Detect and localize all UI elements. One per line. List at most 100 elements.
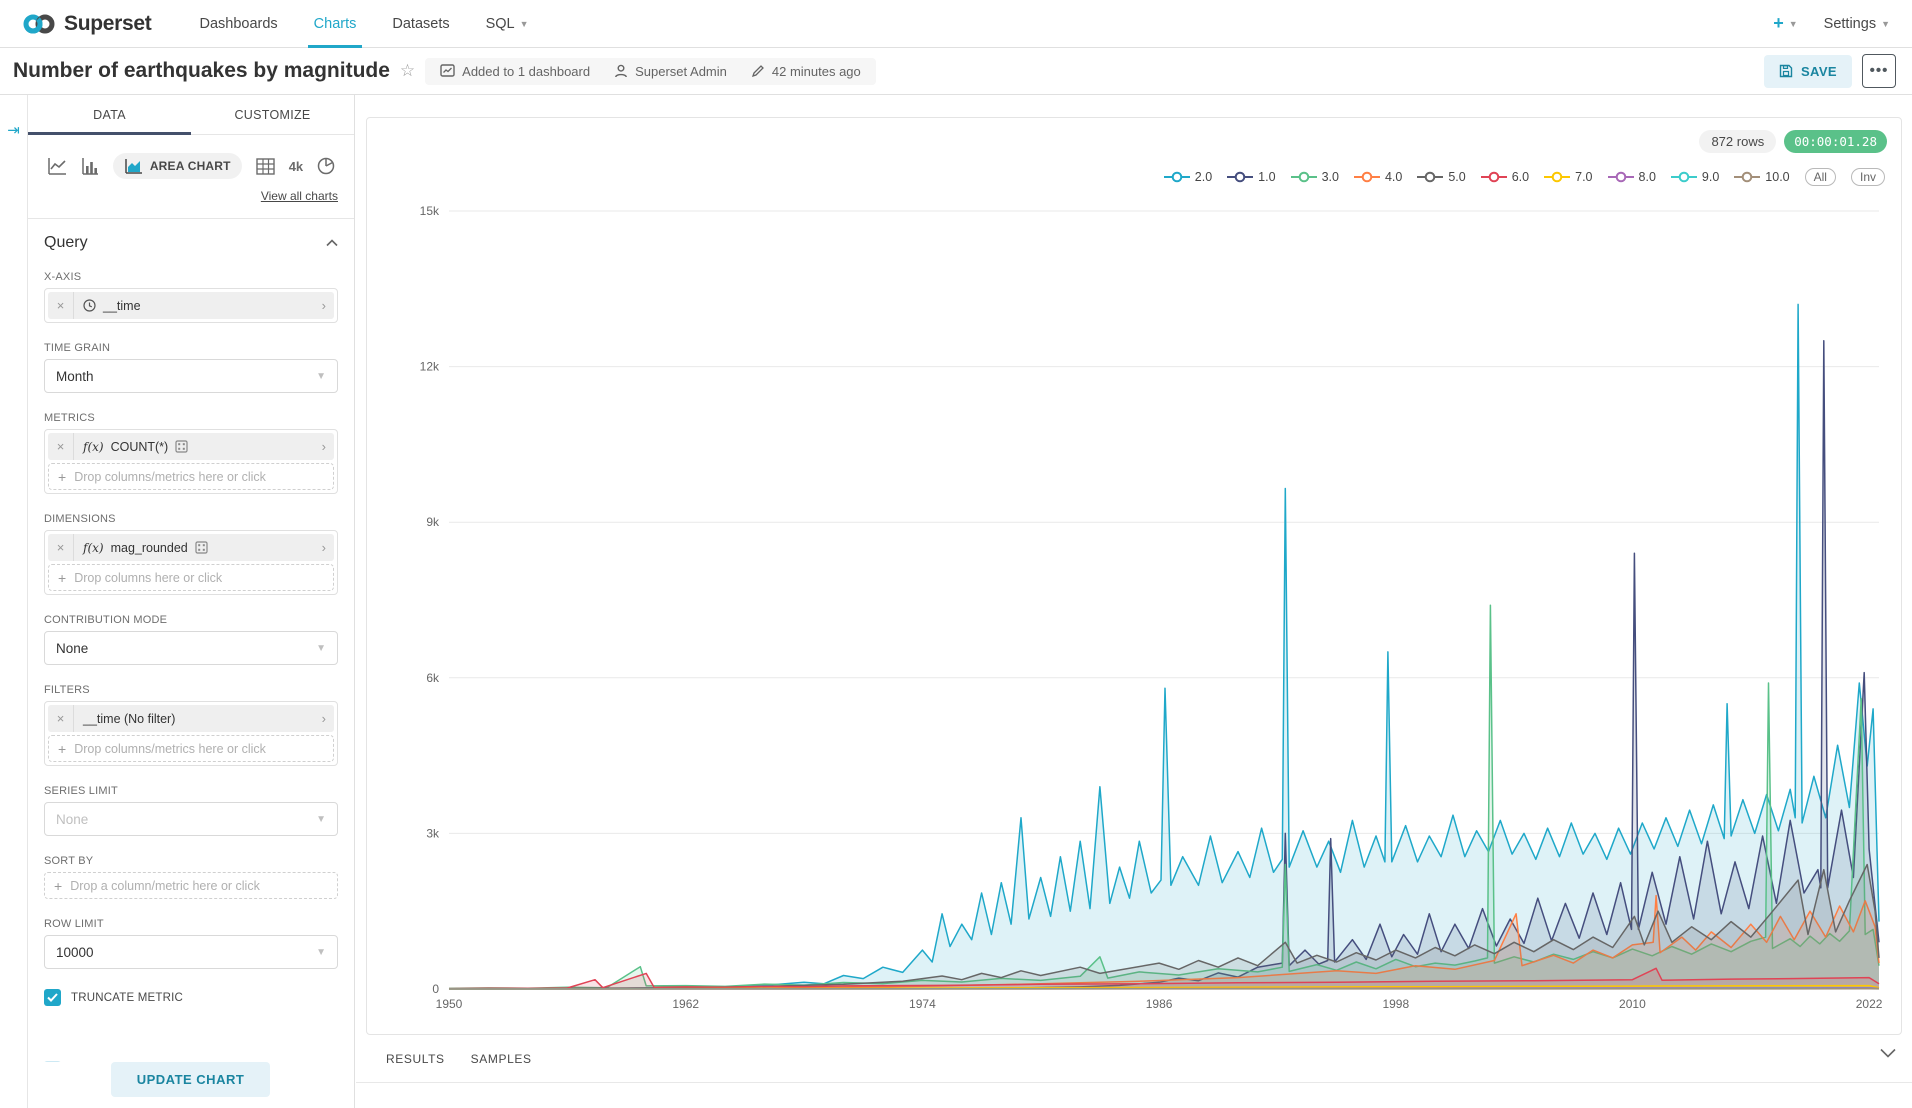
plus-icon: +	[54, 878, 62, 894]
owner-badge[interactable]: Superset Admin	[614, 64, 727, 79]
series-limit-field: SERIES LIMIT None ▼	[44, 785, 338, 836]
panel-footer: UPDATE CHART	[28, 1062, 353, 1108]
viz-type-area-chart[interactable]: AREA CHART	[113, 153, 242, 179]
dashboard-icon	[440, 64, 455, 78]
field-label: SORT BY	[44, 855, 338, 867]
nav-item-sql[interactable]: SQL▼	[468, 0, 547, 48]
control-panel-tabs: DATA CUSTOMIZE	[28, 95, 354, 135]
chevron-down-icon: ▼	[520, 19, 529, 29]
more-options-button[interactable]: •••	[1862, 54, 1896, 88]
chevron-down-icon: ▼	[316, 814, 326, 825]
pencil-icon	[751, 64, 765, 78]
remove-icon[interactable]: ×	[48, 534, 74, 561]
viz-type-4k[interactable]: 4k	[289, 159, 303, 174]
sort-by-field: SORT BY + Drop a column/metric here or c…	[44, 855, 338, 899]
metrics-drop-zone[interactable]: + Drop columns/metrics here or click	[48, 463, 334, 490]
function-icon: f(x)	[83, 440, 104, 454]
time-grain-select[interactable]: Month ▼	[44, 359, 338, 393]
nav-menu: Dashboards Charts Datasets SQL▼	[181, 0, 546, 48]
row-limit-select[interactable]: 10000 ▼	[44, 935, 338, 969]
chevron-right-icon: ›	[322, 298, 334, 313]
user-icon	[614, 64, 628, 78]
nav-item-charts[interactable]: Charts	[296, 0, 375, 48]
filter-option-time[interactable]: × __time (No filter) ›	[48, 705, 334, 732]
chevron-down-icon: ▼	[316, 947, 326, 958]
nav-item-datasets[interactable]: Datasets	[374, 0, 467, 48]
checkbox-checked-icon[interactable]	[44, 989, 61, 1006]
chevron-down-icon: ▼	[1789, 19, 1798, 29]
save-button[interactable]: SAVE	[1764, 55, 1852, 88]
series-limit-select[interactable]: None ▼	[44, 802, 338, 836]
dimension-option-mag-rounded[interactable]: × f(x) mag_rounded ›	[48, 534, 334, 561]
chart-metadata: Added to 1 dashboard Superset Admin 42 m…	[425, 58, 876, 85]
view-all-charts-link[interactable]: View all charts	[261, 189, 338, 203]
truncate-metric-control[interactable]: TRUNCATE METRIC	[44, 989, 338, 1006]
tab-data[interactable]: DATA	[28, 95, 191, 134]
field-label: ROW LIMIT	[44, 918, 338, 930]
settings-menu[interactable]: Settings▼	[1824, 16, 1890, 32]
query-section-header[interactable]: Query	[44, 234, 338, 252]
filters-drop-zone[interactable]: + Drop columns/metrics here or click	[48, 735, 334, 762]
tab-customize[interactable]: CUSTOMIZE	[191, 95, 354, 134]
svg-text:3k: 3k	[426, 826, 440, 840]
tab-samples[interactable]: SAMPLES	[471, 1052, 532, 1082]
x-axis-option-time[interactable]: × __time ›	[48, 292, 334, 319]
infinity-logo-icon	[22, 13, 56, 35]
last-modified-badge[interactable]: 42 minutes ago	[751, 64, 861, 79]
favorite-star-icon[interactable]: ☆	[400, 61, 415, 81]
field-label: X-AXIS	[44, 271, 338, 283]
query-section-title: Query	[44, 234, 88, 252]
dimensions-drop-zone[interactable]: + Drop columns here or click	[48, 564, 334, 591]
metric-option-count[interactable]: × f(x) COUNT(*) ›	[48, 433, 334, 460]
line-chart-icon[interactable]	[47, 157, 67, 175]
chevron-right-icon: ›	[322, 711, 334, 726]
data-panel-tabs: RESULTS SAMPLES	[356, 1040, 1912, 1083]
chart-header: Number of earthquakes by magnitude ☆ Add…	[0, 48, 1912, 95]
new-item-button[interactable]: +▼	[1773, 13, 1797, 34]
pie-chart-icon[interactable]	[317, 157, 335, 175]
tab-results[interactable]: RESULTS	[386, 1052, 445, 1082]
save-disk-icon	[1779, 64, 1793, 78]
x-axis-field: X-AXIS × __time ›	[44, 271, 338, 323]
chevron-right-icon: ›	[322, 439, 334, 454]
dashboards-badge[interactable]: Added to 1 dashboard	[440, 64, 590, 79]
filters-field: FILTERS × __time (No filter) › + Drop co…	[44, 684, 338, 766]
plus-icon: +	[58, 741, 66, 757]
svg-text:2022: 2022	[1856, 997, 1883, 1011]
viz-type-row: AREA CHART 4k	[44, 153, 338, 179]
header-actions: SAVE •••	[1764, 54, 1896, 88]
remove-icon[interactable]: ×	[48, 433, 74, 460]
contribution-mode-field: CONTRIBUTION MODE None ▼	[44, 614, 338, 665]
collapse-panel-chevron-icon[interactable]	[1880, 1048, 1896, 1058]
area-chart-svg[interactable]: 03k6k9k12k15k195019621974198619982010202…	[367, 118, 1903, 1036]
field-label: SERIES LIMIT	[44, 785, 338, 797]
data-panel: RESULTS SAMPLES	[356, 1040, 1912, 1108]
chevron-down-icon: ▼	[316, 371, 326, 382]
contribution-mode-select[interactable]: None ▼	[44, 631, 338, 665]
plus-icon: +	[58, 570, 66, 586]
brand-name: Superset	[64, 12, 151, 36]
sort-by-drop-zone[interactable]: + Drop a column/metric here or click	[44, 872, 338, 899]
control-panel: DATA CUSTOMIZE AREA CHART 4k View all ch…	[28, 95, 355, 1108]
divider	[28, 218, 354, 219]
expand-datasource-icon[interactable]: ⇥	[0, 121, 27, 139]
calculator-icon	[175, 440, 188, 453]
top-navbar: Superset Dashboards Charts Datasets SQL▼…	[0, 0, 1912, 48]
bar-chart-icon[interactable]	[81, 157, 99, 175]
field-label: CONTRIBUTION MODE	[44, 614, 338, 626]
svg-text:0: 0	[432, 982, 439, 996]
table-icon[interactable]	[256, 158, 275, 175]
dimensions-field: DIMENSIONS × f(x) mag_rounded › + Drop c…	[44, 513, 338, 595]
remove-icon[interactable]: ×	[48, 292, 74, 319]
superset-logo[interactable]: Superset	[22, 12, 151, 36]
remove-icon[interactable]: ×	[48, 705, 74, 732]
truncate-metric-label: TRUNCATE METRIC	[71, 992, 183, 1004]
row-limit-field: ROW LIMIT 10000 ▼	[44, 918, 338, 969]
field-label: FILTERS	[44, 684, 338, 696]
chevron-down-icon: ▼	[1881, 19, 1890, 29]
chevron-up-icon	[326, 239, 338, 247]
svg-text:1974: 1974	[909, 997, 936, 1011]
svg-text:1986: 1986	[1146, 997, 1173, 1011]
nav-item-dashboards[interactable]: Dashboards	[181, 0, 295, 48]
update-chart-button[interactable]: UPDATE CHART	[111, 1062, 271, 1097]
